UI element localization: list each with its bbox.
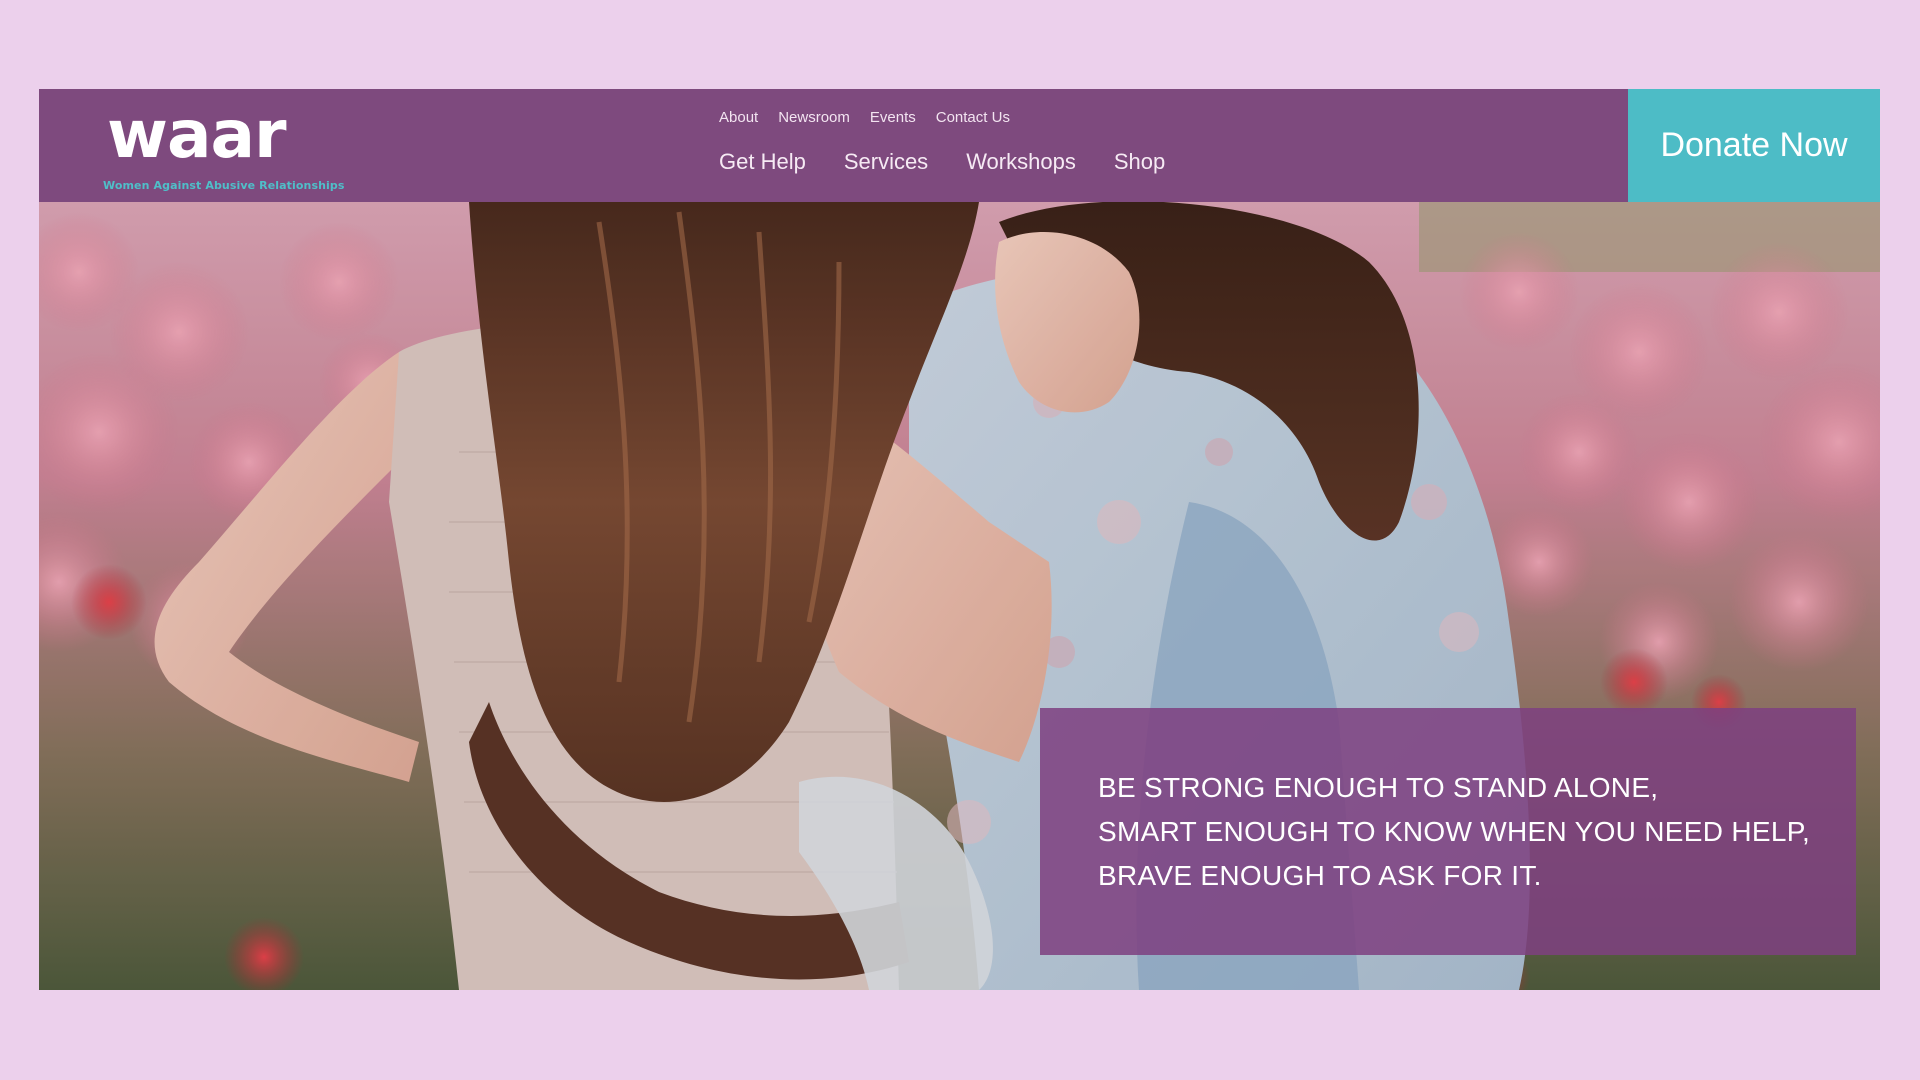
nav-link-get-help[interactable]: Get Help <box>719 149 806 175</box>
nav-link-about[interactable]: About <box>719 109 758 126</box>
primary-nav: Get Help Services Workshops Shop <box>719 149 1165 175</box>
site-frame: waar Women Against Abusive Relationships… <box>39 89 1880 990</box>
hero-banner: BE STRONG ENOUGH TO STAND ALONE, SMART E… <box>39 202 1880 990</box>
site-header: waar Women Against Abusive Relationships… <box>39 89 1880 202</box>
nav-link-services[interactable]: Services <box>844 149 928 175</box>
nav-link-workshops[interactable]: Workshops <box>966 149 1076 175</box>
nav-link-shop[interactable]: Shop <box>1114 149 1165 175</box>
waar-logo[interactable]: waar Women Against Abusive Relationships <box>103 96 344 192</box>
quote-line-3: BRAVE ENOUGH TO ASK FOR IT. <box>1098 860 1542 891</box>
secondary-nav: About Newsroom Events Contact Us <box>719 109 1010 126</box>
nav-link-contact-us[interactable]: Contact Us <box>936 109 1010 126</box>
quote-line-2: SMART ENOUGH TO KNOW WHEN YOU NEED HELP, <box>1098 816 1811 847</box>
hero-quote-box: BE STRONG ENOUGH TO STAND ALONE, SMART E… <box>1040 708 1856 955</box>
quote-line-1: BE STRONG ENOUGH TO STAND ALONE, <box>1098 772 1659 803</box>
logo-tagline: Women Against Abusive Relationships <box>103 179 345 192</box>
logo-wordmark: waar <box>107 96 287 173</box>
donate-now-button[interactable]: Donate Now <box>1628 89 1880 202</box>
nav-link-events[interactable]: Events <box>870 109 916 126</box>
nav-link-newsroom[interactable]: Newsroom <box>778 109 850 126</box>
